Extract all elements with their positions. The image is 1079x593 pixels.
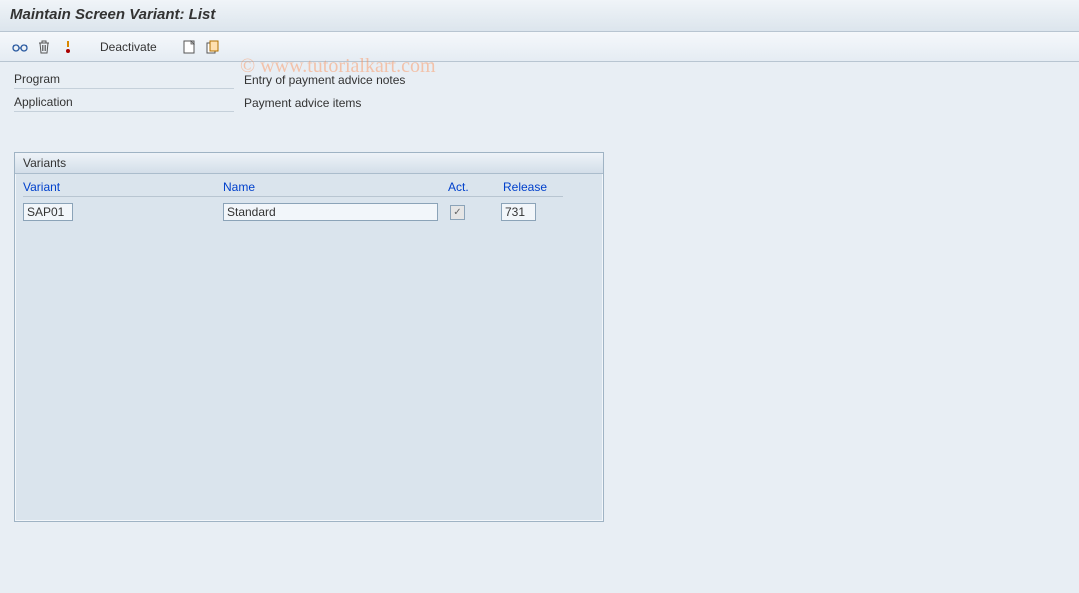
program-label: Program (14, 72, 234, 89)
page-title: Maintain Screen Variant: List (0, 0, 1079, 32)
cell-release (493, 203, 563, 221)
name-input[interactable] (223, 203, 438, 221)
activate-icon[interactable] (58, 37, 78, 57)
delete-icon[interactable] (34, 37, 54, 57)
deactivate-label: Deactivate (100, 40, 157, 54)
title-text: Maintain Screen Variant: List (10, 6, 215, 23)
separator (172, 38, 173, 56)
application-row: Application Payment advice items (14, 95, 1065, 112)
variants-column-headers: Variant Name Act. Release (15, 174, 603, 201)
variants-panel: Variants Variant Name Act. Release ✓ (14, 152, 604, 522)
toolbar: Deactivate (0, 32, 1079, 62)
col-header-variant[interactable]: Variant (23, 180, 223, 197)
table-row: ✓ (15, 201, 603, 223)
col-header-name[interactable]: Name (223, 180, 448, 197)
col-header-act[interactable]: Act. (448, 180, 493, 197)
application-value: Payment advice items (234, 96, 361, 112)
variant-input[interactable] (23, 203, 73, 221)
variants-panel-title: Variants (15, 153, 603, 174)
program-row: Program Entry of payment advice notes (14, 72, 1065, 89)
separator (84, 38, 85, 56)
content-area: Program Entry of payment advice notes Ap… (0, 62, 1079, 532)
col-header-release[interactable]: Release (493, 180, 563, 197)
cell-variant (23, 203, 213, 221)
cell-act: ✓ (448, 205, 493, 220)
copy-icon[interactable] (203, 37, 223, 57)
release-input[interactable] (501, 203, 536, 221)
deactivate-button[interactable]: Deactivate (91, 37, 166, 57)
glasses-icon[interactable] (10, 37, 30, 57)
program-value: Entry of payment advice notes (234, 73, 405, 89)
create-icon[interactable] (179, 37, 199, 57)
application-label: Application (14, 95, 234, 112)
active-checkbox[interactable]: ✓ (450, 205, 465, 220)
cell-name (223, 203, 448, 221)
